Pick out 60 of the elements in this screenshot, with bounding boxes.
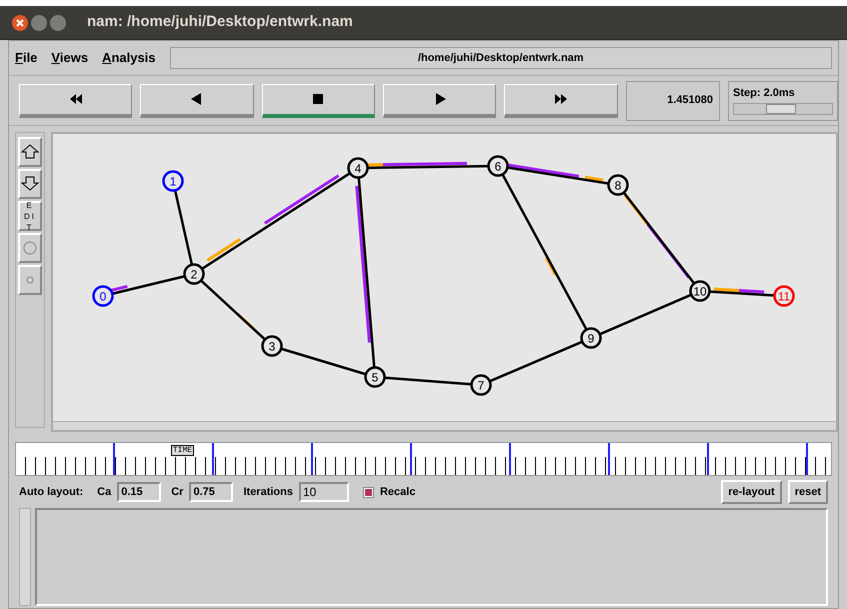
packet-stream bbox=[206, 238, 242, 262]
menu-item[interactable]: Analysis bbox=[102, 48, 156, 68]
menu-item[interactable]: Views bbox=[51, 48, 88, 68]
step-slider[interactable] bbox=[733, 103, 834, 115]
network-node[interactable]: 0 bbox=[92, 285, 114, 307]
packet-stream bbox=[544, 256, 557, 276]
fast-forward-icon bbox=[554, 93, 568, 105]
parameter-field[interactable]: 0.15 bbox=[117, 482, 162, 502]
rewind-icon bbox=[190, 93, 204, 105]
step-label: Step: 2.0ms bbox=[733, 86, 796, 100]
layout-button[interactable]: re-layout bbox=[721, 480, 782, 504]
zoom-in-button[interactable] bbox=[18, 137, 42, 167]
network-node[interactable]: 1 bbox=[162, 170, 184, 192]
dot-tool-button[interactable] bbox=[18, 265, 42, 295]
network-node[interactable]: 7 bbox=[470, 374, 492, 396]
time-display: 1.451080 bbox=[626, 80, 720, 120]
stop-button[interactable] bbox=[262, 84, 375, 118]
play-button[interactable] bbox=[382, 84, 496, 118]
auto-layout-label: Auto layout: bbox=[19, 484, 84, 500]
fast-forward-button[interactable] bbox=[504, 84, 618, 118]
field-label: Cr bbox=[171, 484, 184, 500]
link-line bbox=[200, 280, 266, 340]
recalc-checkbox[interactable] bbox=[362, 486, 374, 498]
network-node[interactable]: 5 bbox=[364, 366, 386, 388]
maximize-icon[interactable] bbox=[50, 14, 66, 30]
window-title: nam: /home/juhi/Desktop/entwrk.nam bbox=[87, 12, 353, 32]
fast-rewind-button[interactable] bbox=[19, 84, 132, 118]
arrow-up-icon bbox=[21, 144, 39, 160]
packet-stream bbox=[584, 176, 604, 182]
arrow-down-icon bbox=[21, 176, 39, 192]
parameter-field[interactable]: 10 bbox=[298, 482, 349, 502]
recalc-label: Recalc bbox=[380, 484, 416, 500]
layout-button[interactable]: reset bbox=[788, 480, 828, 504]
time-marker[interactable]: TIME bbox=[170, 445, 194, 456]
timeline[interactable]: TIME bbox=[15, 442, 832, 476]
network-node[interactable]: 3 bbox=[261, 335, 283, 357]
close-icon[interactable] bbox=[12, 14, 28, 30]
field-label: Iterations bbox=[243, 484, 293, 500]
network-node[interactable]: 10 bbox=[689, 280, 711, 302]
fast-rewind-icon bbox=[68, 93, 83, 105]
slider-thumb[interactable] bbox=[766, 104, 796, 114]
rewind-button[interactable] bbox=[140, 84, 254, 118]
network-node[interactable]: 4 bbox=[347, 157, 369, 179]
network-node[interactable]: 6 bbox=[487, 155, 509, 177]
circle-icon bbox=[23, 241, 37, 255]
file-path-display: /home/juhi/Desktop/entwrk.nam bbox=[170, 47, 832, 69]
vertical-scrollbar[interactable] bbox=[19, 508, 31, 606]
stop-icon bbox=[311, 93, 326, 105]
parameter-field[interactable]: 0.75 bbox=[189, 482, 234, 502]
packet-stream bbox=[108, 284, 128, 292]
menu-item[interactable]: File bbox=[15, 48, 38, 68]
zoom-out-button[interactable] bbox=[18, 169, 42, 199]
network-node[interactable]: 2 bbox=[183, 263, 205, 285]
edit-button[interactable]: EDIT bbox=[18, 201, 42, 231]
network-node[interactable]: 9 bbox=[580, 327, 602, 349]
circle-icon bbox=[26, 276, 34, 284]
network-node[interactable]: 8 bbox=[607, 174, 629, 196]
packet-stream bbox=[236, 313, 254, 330]
field-label: Ca bbox=[97, 484, 112, 500]
node-tool-button[interactable] bbox=[18, 233, 42, 263]
